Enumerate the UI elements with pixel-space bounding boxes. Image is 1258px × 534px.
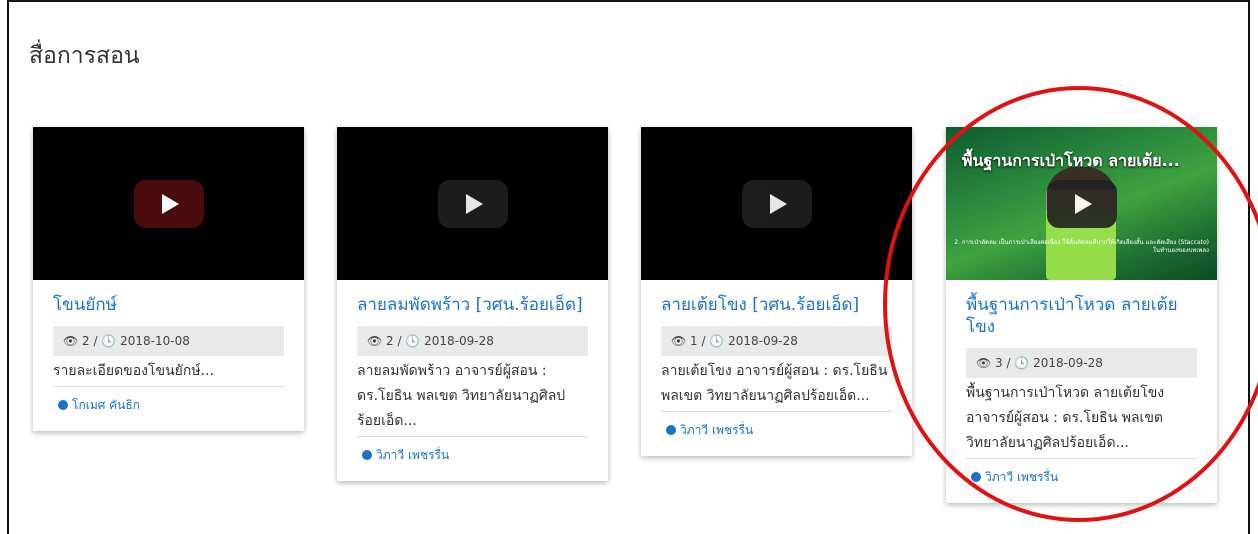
card-title[interactable]: ลายเต้ยโขง [วศน.ร้อยเอ็ด] [661,294,892,316]
thumbnail-caption: 2. การเป่าตัดลม เป็นการเป่าเสียงต่อเนื่อ… [954,239,1209,254]
card-meta: 👁 2 / 🕓 2018-09-28 [357,326,588,356]
card-meta: 👁 2 / 🕓 2018-10-08 [53,326,284,356]
media-card[interactable]: ลายเต้ยโขง [วศน.ร้อยเอ็ด] 👁 1 / 🕓 2018-0… [641,127,912,456]
card-meta: 👁 1 / 🕓 2018-09-28 [661,326,892,356]
author-name[interactable]: วิภาวี เพชรรื่น [680,423,753,437]
author-link[interactable]: โกเมศ คันธิก [53,387,284,431]
user-icon [362,450,372,460]
play-icon[interactable] [437,179,508,228]
video-thumbnail[interactable] [33,127,304,280]
video-thumbnail[interactable] [641,127,912,280]
card-description: พื้นฐานการเป่าโหวด ลายเต้ยโขง อาจารย์ผู้… [966,378,1197,459]
card-description: ลายลมพัดพร้าว อาจารย์ผู้สอน : ดร.โยธิน พ… [357,356,588,437]
section-title: สื่อการสอน [29,43,140,69]
card-title[interactable]: พื้นฐานการเป่าโหวด ลายเต้ยโขง [966,294,1197,338]
video-thumbnail[interactable]: พื้นฐานการเป่าโหวด ลายเต้ย... 2. การเป่า… [946,127,1217,280]
play-icon[interactable] [1046,179,1117,228]
author-link[interactable]: วิภาวี เพชรรื่น [966,459,1197,503]
author-name[interactable]: วิภาวี เพชรรื่น [985,470,1058,484]
author-link[interactable]: วิภาวี เพชรรื่น [661,412,892,456]
author-name[interactable]: โกเมศ คันธิก [72,398,140,412]
media-card[interactable]: พื้นฐานการเป่าโหวด ลายเต้ย... 2. การเป่า… [946,127,1217,503]
card-title[interactable]: โขนยักษ์ [53,294,284,316]
play-icon[interactable] [741,179,812,228]
video-thumbnail[interactable] [337,127,608,280]
play-icon[interactable] [133,179,204,228]
author-name[interactable]: วิภาวี เพชรรื่น [376,448,449,462]
card-description: ลายเต้ยโขง อาจารย์ผู้สอน : ดร.โยธิน พลเข… [661,356,892,412]
media-card[interactable]: ลายลมพัดพร้าว [วศน.ร้อยเอ็ด] 👁 2 / 🕓 201… [337,127,608,481]
card-title[interactable]: ลายลมพัดพร้าว [วศน.ร้อยเอ็ด] [357,294,588,316]
user-icon [971,472,981,482]
user-icon [666,425,676,435]
card-meta: 👁 3 / 🕓 2018-09-28 [966,348,1197,378]
card-description: รายละเอียดของโขนยักษ์... [53,356,284,387]
author-link[interactable]: วิภาวี เพชรรื่น [357,437,588,481]
user-icon [58,400,68,410]
media-card[interactable]: โขนยักษ์ 👁 2 / 🕓 2018-10-08 รายละเอียดขอ… [33,127,304,431]
thumbnail-title: พื้นฐานการเป่าโหวด ลายเต้ย... [962,151,1180,170]
